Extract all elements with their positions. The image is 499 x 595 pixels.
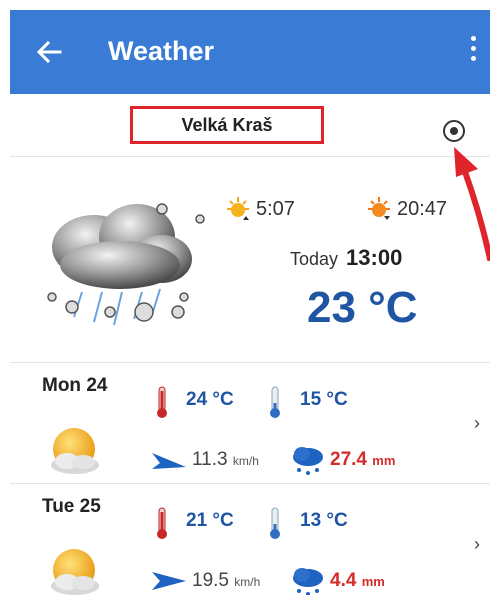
forecast-day: Mon 24 bbox=[42, 375, 108, 396]
more-vert-icon[interactable] bbox=[466, 36, 480, 66]
app-bar: Weather bbox=[10, 10, 490, 94]
page-title: Weather bbox=[108, 36, 215, 66]
rain-unit: mm bbox=[372, 453, 396, 468]
day-label: Today bbox=[290, 249, 339, 269]
partly-cloudy-icon bbox=[51, 428, 99, 474]
chevron-right-icon[interactable]: › bbox=[474, 534, 480, 555]
wind-speed: 19.5 km/h bbox=[192, 570, 260, 592]
back-arrow-icon[interactable] bbox=[30, 32, 70, 72]
partly-cloudy-icon bbox=[51, 549, 99, 595]
location-name[interactable]: Velká Kraš bbox=[130, 106, 324, 144]
current-weather: 5:07 20:47 Today 13:00 23 °C bbox=[10, 157, 490, 363]
rain-value: 4.4 bbox=[330, 570, 357, 591]
wind-value: 11.3 bbox=[192, 449, 228, 470]
sunset-icon bbox=[368, 197, 390, 220]
wind-value: 19.5 bbox=[192, 570, 229, 591]
rain-value: 27.4 bbox=[330, 449, 367, 470]
current-time: Today 13:00 bbox=[290, 245, 402, 271]
rain-unit: mm bbox=[361, 574, 385, 589]
wind-speed: 11.3 km/h bbox=[192, 449, 259, 471]
thermometer-cold-icon bbox=[270, 507, 280, 539]
gps-target-icon[interactable] bbox=[442, 119, 466, 143]
wind-unit: km/h bbox=[232, 454, 259, 468]
low-temperature: 13 °C bbox=[300, 510, 348, 531]
forecast-row[interactable]: Tue 25 21 °C 13 °C 19.5 km/h 4.4 mm › bbox=[10, 484, 490, 595]
rain-icon bbox=[293, 568, 323, 595]
annotation-arrow bbox=[454, 147, 490, 261]
app-frame: Weather Velká Kraš 5:07 20:47 Today 13:0… bbox=[10, 10, 490, 595]
sunset-time: 20:47 bbox=[397, 197, 448, 220]
thermometer-hot-icon bbox=[157, 507, 167, 539]
sunrise-time: 5:07 bbox=[256, 197, 295, 220]
rain-icon bbox=[293, 447, 323, 475]
sunrise-icon bbox=[227, 197, 249, 220]
wind-unit: km/h bbox=[234, 575, 261, 589]
chevron-right-icon[interactable]: › bbox=[474, 413, 480, 434]
high-temperature: 21 °C bbox=[186, 510, 234, 531]
location-row: Velká Kraš bbox=[10, 94, 490, 157]
time-value: 13:00 bbox=[346, 245, 403, 270]
low-temperature: 15 °C bbox=[300, 389, 348, 410]
sunrise: 5:07 bbox=[223, 195, 295, 223]
current-temperature: 23 °C bbox=[307, 283, 418, 332]
thermometer-hot-icon bbox=[157, 386, 167, 418]
rain-cloud-icon bbox=[47, 203, 205, 326]
wind-direction-icon bbox=[152, 572, 186, 590]
forecast-day: Tue 25 bbox=[42, 496, 101, 517]
rain-amount: 27.4 mm bbox=[330, 449, 395, 471]
wind-direction-icon bbox=[152, 453, 186, 469]
rain-amount: 4.4 mm bbox=[330, 570, 385, 592]
forecast-row[interactable]: Mon 24 24 °C 15 °C 11.3 km/h 27.4 mm › bbox=[10, 363, 490, 484]
high-temperature: 24 °C bbox=[186, 389, 234, 410]
sunset: 20:47 bbox=[364, 195, 447, 223]
thermometer-cold-icon bbox=[270, 386, 280, 418]
